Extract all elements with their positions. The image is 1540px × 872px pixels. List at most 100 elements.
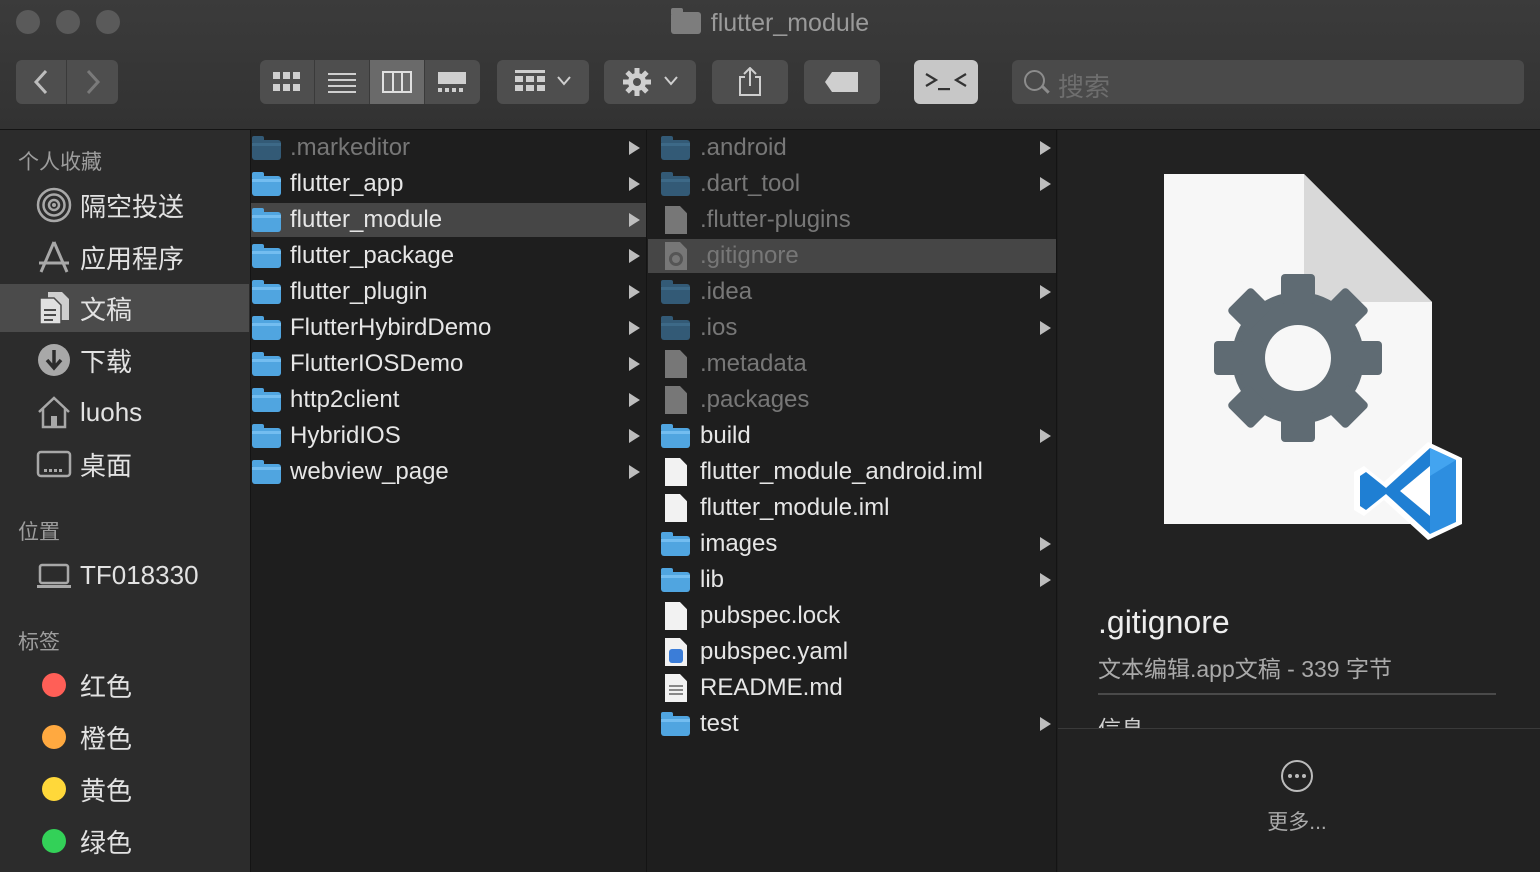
- sidebar-item-tag-orange[interactable]: 橙色: [0, 713, 249, 761]
- folder-icon: [252, 460, 281, 484]
- file-row[interactable]: .packages: [648, 383, 1056, 417]
- laptop-icon: [36, 557, 72, 593]
- file-row[interactable]: flutter_module_android.iml: [648, 455, 1056, 489]
- sidebar-item-label: 绿色: [80, 827, 133, 858]
- folder-row[interactable]: flutter_package: [251, 239, 646, 273]
- group-by-button[interactable]: [497, 60, 589, 104]
- folder-icon: [661, 172, 690, 196]
- text-lines-icon: [669, 685, 683, 697]
- item-name: pubspec.lock: [700, 602, 841, 629]
- folder-row[interactable]: FlutterHybirdDemo: [251, 311, 646, 345]
- file-row[interactable]: .gitignore: [648, 239, 1056, 273]
- folder-icon: [252, 424, 281, 448]
- disclosure-arrow-icon: [629, 213, 640, 227]
- file-row[interactable]: flutter_module.iml: [648, 491, 1056, 525]
- folder-row[interactable]: lib: [648, 563, 1056, 597]
- folder-row[interactable]: build: [648, 419, 1056, 453]
- disclosure-arrow-icon: [1040, 141, 1051, 155]
- gallery-icon: [438, 72, 466, 92]
- airdrop-icon: [36, 187, 72, 223]
- folder-icon: [252, 316, 281, 340]
- disclosure-arrow-icon: [629, 177, 640, 191]
- view-mode-selector: [260, 60, 480, 104]
- item-name: .idea: [700, 278, 753, 305]
- folder-row[interactable]: flutter_module: [251, 203, 646, 237]
- sidebar-item-label: TF018330: [80, 559, 199, 590]
- browser-column-2: .android .dart_tool .flutter-plugins .gitig…: [648, 130, 1057, 872]
- sidebar-item-label: 桌面: [80, 450, 133, 481]
- file-row[interactable]: .metadata: [648, 347, 1056, 381]
- sidebar-item-desktop[interactable]: 桌面: [0, 440, 249, 488]
- sidebar-item-label: 文稿: [80, 294, 133, 325]
- gallery-view-button[interactable]: [425, 60, 479, 104]
- open-terminal-button[interactable]: [914, 60, 978, 104]
- folder-row[interactable]: images: [648, 527, 1056, 561]
- column-view-button[interactable]: [370, 60, 425, 104]
- chevron-down-icon: [664, 73, 678, 91]
- folder-row[interactable]: webview_page: [251, 455, 646, 489]
- folder-row[interactable]: .markeditor: [251, 131, 646, 165]
- search-field[interactable]: 搜索: [1012, 60, 1524, 104]
- edit-tags-button[interactable]: [804, 60, 880, 104]
- disclosure-arrow-icon: [629, 429, 640, 443]
- action-menu-button[interactable]: [604, 60, 696, 104]
- forward-button[interactable]: [67, 60, 118, 104]
- item-name: FlutterHybirdDemo: [290, 314, 492, 341]
- disclosure-arrow-icon: [629, 141, 640, 155]
- share-button[interactable]: [712, 60, 788, 104]
- more-button[interactable]: 更多...: [1058, 806, 1536, 836]
- folder-row[interactable]: .android: [648, 131, 1056, 165]
- file-row[interactable]: README.md: [648, 671, 1056, 705]
- item-name: flutter_package: [290, 242, 455, 269]
- item-name: .packages: [700, 386, 810, 413]
- sidebar-item-tf018330[interactable]: TF018330: [0, 551, 249, 599]
- preview-divider: [1098, 693, 1496, 695]
- item-name: build: [700, 422, 751, 449]
- item-name: test: [700, 710, 739, 737]
- folder-icon: [661, 568, 690, 592]
- folder-icon: [252, 244, 281, 268]
- tag-color-dot-icon: [36, 771, 72, 807]
- browser-column-1: .markeditor flutter_app flutter_moduleflut…: [251, 130, 647, 872]
- tag-color-dot-icon: [36, 719, 72, 755]
- more-ellipsis-icon[interactable]: [1281, 760, 1313, 792]
- file-row[interactable]: pubspec.yaml: [648, 635, 1056, 669]
- document-icon: [665, 458, 687, 486]
- sidebar-item-tag-yellow[interactable]: 黄色: [0, 765, 249, 813]
- sidebar-item-label: 黄色: [80, 775, 133, 806]
- sidebar-item-label: 橙色: [80, 723, 133, 754]
- disclosure-arrow-icon: [629, 249, 640, 263]
- sidebar-item-tag-green[interactable]: 绿色: [0, 817, 249, 865]
- folder-icon: [661, 280, 690, 304]
- back-button[interactable]: [16, 60, 67, 104]
- folder-row[interactable]: .dart_tool: [648, 167, 1056, 201]
- sidebar-item-applications[interactable]: 应用程序: [0, 233, 249, 281]
- sidebar-item-documents[interactable]: 文稿: [0, 284, 249, 332]
- folder-row[interactable]: flutter_app: [251, 167, 646, 201]
- folder-row[interactable]: flutter_plugin: [251, 275, 646, 309]
- sidebar-item-label: 下载: [80, 346, 133, 377]
- document-icon: [665, 206, 687, 234]
- item-name: images: [700, 530, 778, 557]
- item-name: webview_page: [290, 458, 449, 485]
- item-name: README.md: [700, 674, 843, 701]
- disclosure-arrow-icon: [1040, 717, 1051, 731]
- folder-row[interactable]: .idea: [648, 275, 1056, 309]
- folder-row[interactable]: test: [648, 707, 1056, 741]
- window-title: flutter_module: [0, 8, 1540, 38]
- sidebar-item-airdrop[interactable]: 隔空投送: [0, 181, 249, 229]
- folder-row[interactable]: .ios: [648, 311, 1056, 345]
- sidebar-item-tag-red[interactable]: 红色: [0, 661, 249, 709]
- sidebar-item-downloads[interactable]: 下载: [0, 336, 249, 384]
- list-view-button[interactable]: [315, 60, 370, 104]
- folder-row[interactable]: http2client: [251, 383, 646, 417]
- folder-row[interactable]: HybridIOS: [251, 419, 646, 453]
- document-icon: [665, 350, 687, 378]
- folder-row[interactable]: FlutterIOSDemo: [251, 347, 646, 381]
- tag-icon: [825, 72, 858, 92]
- file-row[interactable]: .flutter-plugins: [648, 203, 1056, 237]
- icon-view-button[interactable]: [260, 60, 315, 104]
- disclosure-arrow-icon: [1040, 537, 1051, 551]
- file-row[interactable]: pubspec.lock: [648, 599, 1056, 633]
- sidebar-item-home[interactable]: luohs: [0, 388, 249, 436]
